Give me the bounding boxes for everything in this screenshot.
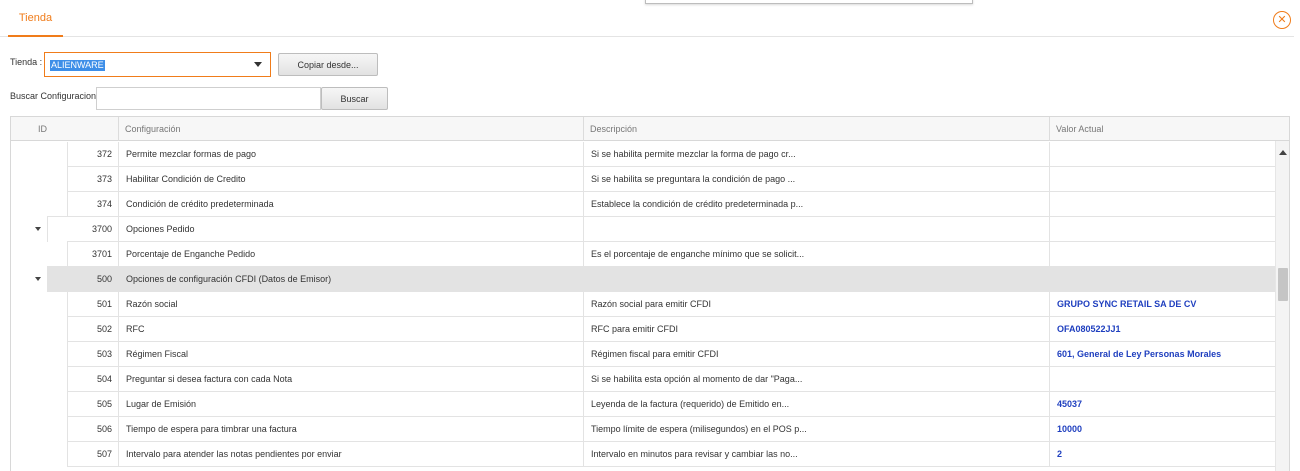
row-config: Opciones Pedido [126, 224, 195, 234]
column-header-value[interactable]: Valor Actual [1050, 117, 1270, 141]
expand-icon[interactable] [35, 277, 41, 281]
row-config: Permite mezclar formas de pago [126, 149, 257, 159]
row-value[interactable] [1057, 242, 1267, 267]
table-row[interactable]: 504 Preguntar si desea factura con cada … [11, 367, 1275, 392]
scrollbar-thumb[interactable] [1278, 268, 1288, 301]
row-config: Razón social [126, 299, 178, 309]
row-value[interactable]: GRUPO SYNC RETAIL SA DE CV [1057, 292, 1267, 317]
table-row[interactable]: 372 Permite mezclar formas de pago Si se… [11, 142, 1275, 167]
row-id: 502 [96, 324, 112, 334]
row-value[interactable] [1057, 192, 1267, 217]
row-id: 503 [96, 349, 112, 359]
row-value[interactable]: 45037 [1057, 392, 1267, 417]
table-row[interactable]: 503 Régimen Fiscal Régimen fiscal para e… [11, 342, 1275, 367]
row-description: RFC para emitir CFDI [591, 324, 679, 334]
row-description [591, 267, 1041, 292]
scroll-up-icon[interactable] [1279, 150, 1287, 155]
close-icon[interactable]: ✕ [1273, 11, 1291, 29]
row-config: Condición de crédito predeterminada [126, 199, 274, 209]
table-row[interactable]: 502 RFC RFC para emitir CFDI OFA080522JJ… [11, 317, 1275, 342]
row-description [591, 217, 1041, 242]
row-id: 506 [96, 424, 112, 434]
row-description: Establece la condición de crédito predet… [591, 199, 804, 209]
search-button[interactable]: Buscar [321, 87, 388, 110]
row-description: Tiempo límite de espera (milisegundos) e… [591, 424, 807, 434]
expand-icon[interactable] [35, 227, 41, 231]
table-row[interactable]: 3701 Porcentaje de Enganche Pedido Es el… [11, 242, 1275, 267]
table-row[interactable]: 506 Tiempo de espera para timbrar una fa… [11, 417, 1275, 442]
table-row[interactable]: 373 Habilitar Condición de Credito Si se… [11, 167, 1275, 192]
row-config: RFC [126, 324, 145, 334]
tab-tienda[interactable]: Tienda [8, 0, 63, 37]
row-description: Si se habilita esta opción al momento de… [591, 374, 803, 384]
row-id: 500 [96, 274, 112, 284]
table-row[interactable]: 501 Razón social Razón social para emiti… [11, 292, 1275, 317]
row-config: Régimen Fiscal [126, 349, 189, 359]
column-header-id[interactable]: ID [32, 117, 122, 141]
row-config: Tiempo de espera para timbrar una factur… [126, 424, 297, 434]
column-header-description[interactable]: Descripción [584, 117, 1044, 141]
row-id: 504 [96, 374, 112, 384]
row-description: Intervalo en minutos para revisar y camb… [591, 449, 798, 459]
row-value[interactable] [1057, 142, 1267, 167]
search-input[interactable] [96, 87, 321, 110]
store-select[interactable]: ALIENWARE [44, 52, 271, 77]
row-config: Intervalo para atender las notas pendien… [126, 449, 342, 459]
search-label: Buscar Configuracion: [10, 91, 99, 101]
row-description: Es el porcentaje de enganche mínimo que … [591, 249, 805, 259]
row-config: Porcentaje de Enganche Pedido [126, 249, 256, 259]
config-grid: ID Configuración Descripción Valor Actua… [10, 116, 1290, 471]
vertical-scrollbar[interactable] [1275, 141, 1289, 471]
row-description: Si se habilita se preguntara la condició… [591, 174, 796, 184]
row-description: Razón social para emitir CFDI [591, 299, 712, 309]
table-row[interactable]: 507 Intervalo para atender las notas pen… [11, 442, 1275, 467]
row-value[interactable]: 601, General de Ley Personas Morales [1057, 342, 1267, 367]
row-config: Habilitar Condición de Credito [126, 174, 246, 184]
row-id: 372 [96, 149, 112, 159]
grid-header: ID Configuración Descripción Valor Actua… [11, 117, 1289, 141]
row-value[interactable] [1057, 267, 1267, 292]
row-description: Régimen fiscal para emitir CFDI [591, 349, 719, 359]
table-row[interactable]: 505 Lugar de Emisión Leyenda de la factu… [11, 392, 1275, 417]
row-value[interactable]: 2 [1057, 442, 1267, 467]
row-description: Leyenda de la factura (requerido) de Emi… [591, 399, 790, 409]
row-value[interactable] [1057, 217, 1267, 242]
row-value[interactable]: OFA080522JJ1 [1057, 317, 1267, 342]
row-config: Preguntar si desea factura con cada Nota [126, 374, 293, 384]
row-id: 374 [96, 199, 112, 209]
row-description: Si se habilita permite mezclar la forma … [591, 149, 796, 159]
table-row-group-selected[interactable]: 500 Opciones de configuración CFDI (Dato… [11, 267, 1275, 292]
row-value[interactable]: 10000 [1057, 417, 1267, 442]
row-config: Lugar de Emisión [126, 399, 197, 409]
store-selected-value: ALIENWARE [50, 60, 105, 71]
row-config: Opciones de configuración CFDI (Datos de… [126, 274, 332, 284]
row-id: 501 [96, 299, 112, 309]
store-label: Tienda : [10, 57, 43, 67]
table-row-group[interactable]: 3700 Opciones Pedido [11, 217, 1275, 242]
copy-from-button[interactable]: Copiar desde... [278, 53, 378, 76]
row-id: 3700 [91, 224, 112, 234]
row-id: 507 [96, 449, 112, 459]
row-value[interactable] [1057, 167, 1267, 192]
chevron-down-icon[interactable] [254, 62, 262, 67]
row-id: 373 [96, 174, 112, 184]
table-row[interactable]: 374 Condición de crédito predeterminada … [11, 192, 1275, 217]
row-value[interactable] [1057, 367, 1267, 392]
tab-bar: Tienda [0, 0, 1294, 37]
row-id: 3701 [91, 249, 112, 259]
column-header-config[interactable]: Configuración [119, 117, 579, 141]
row-id: 505 [96, 399, 112, 409]
